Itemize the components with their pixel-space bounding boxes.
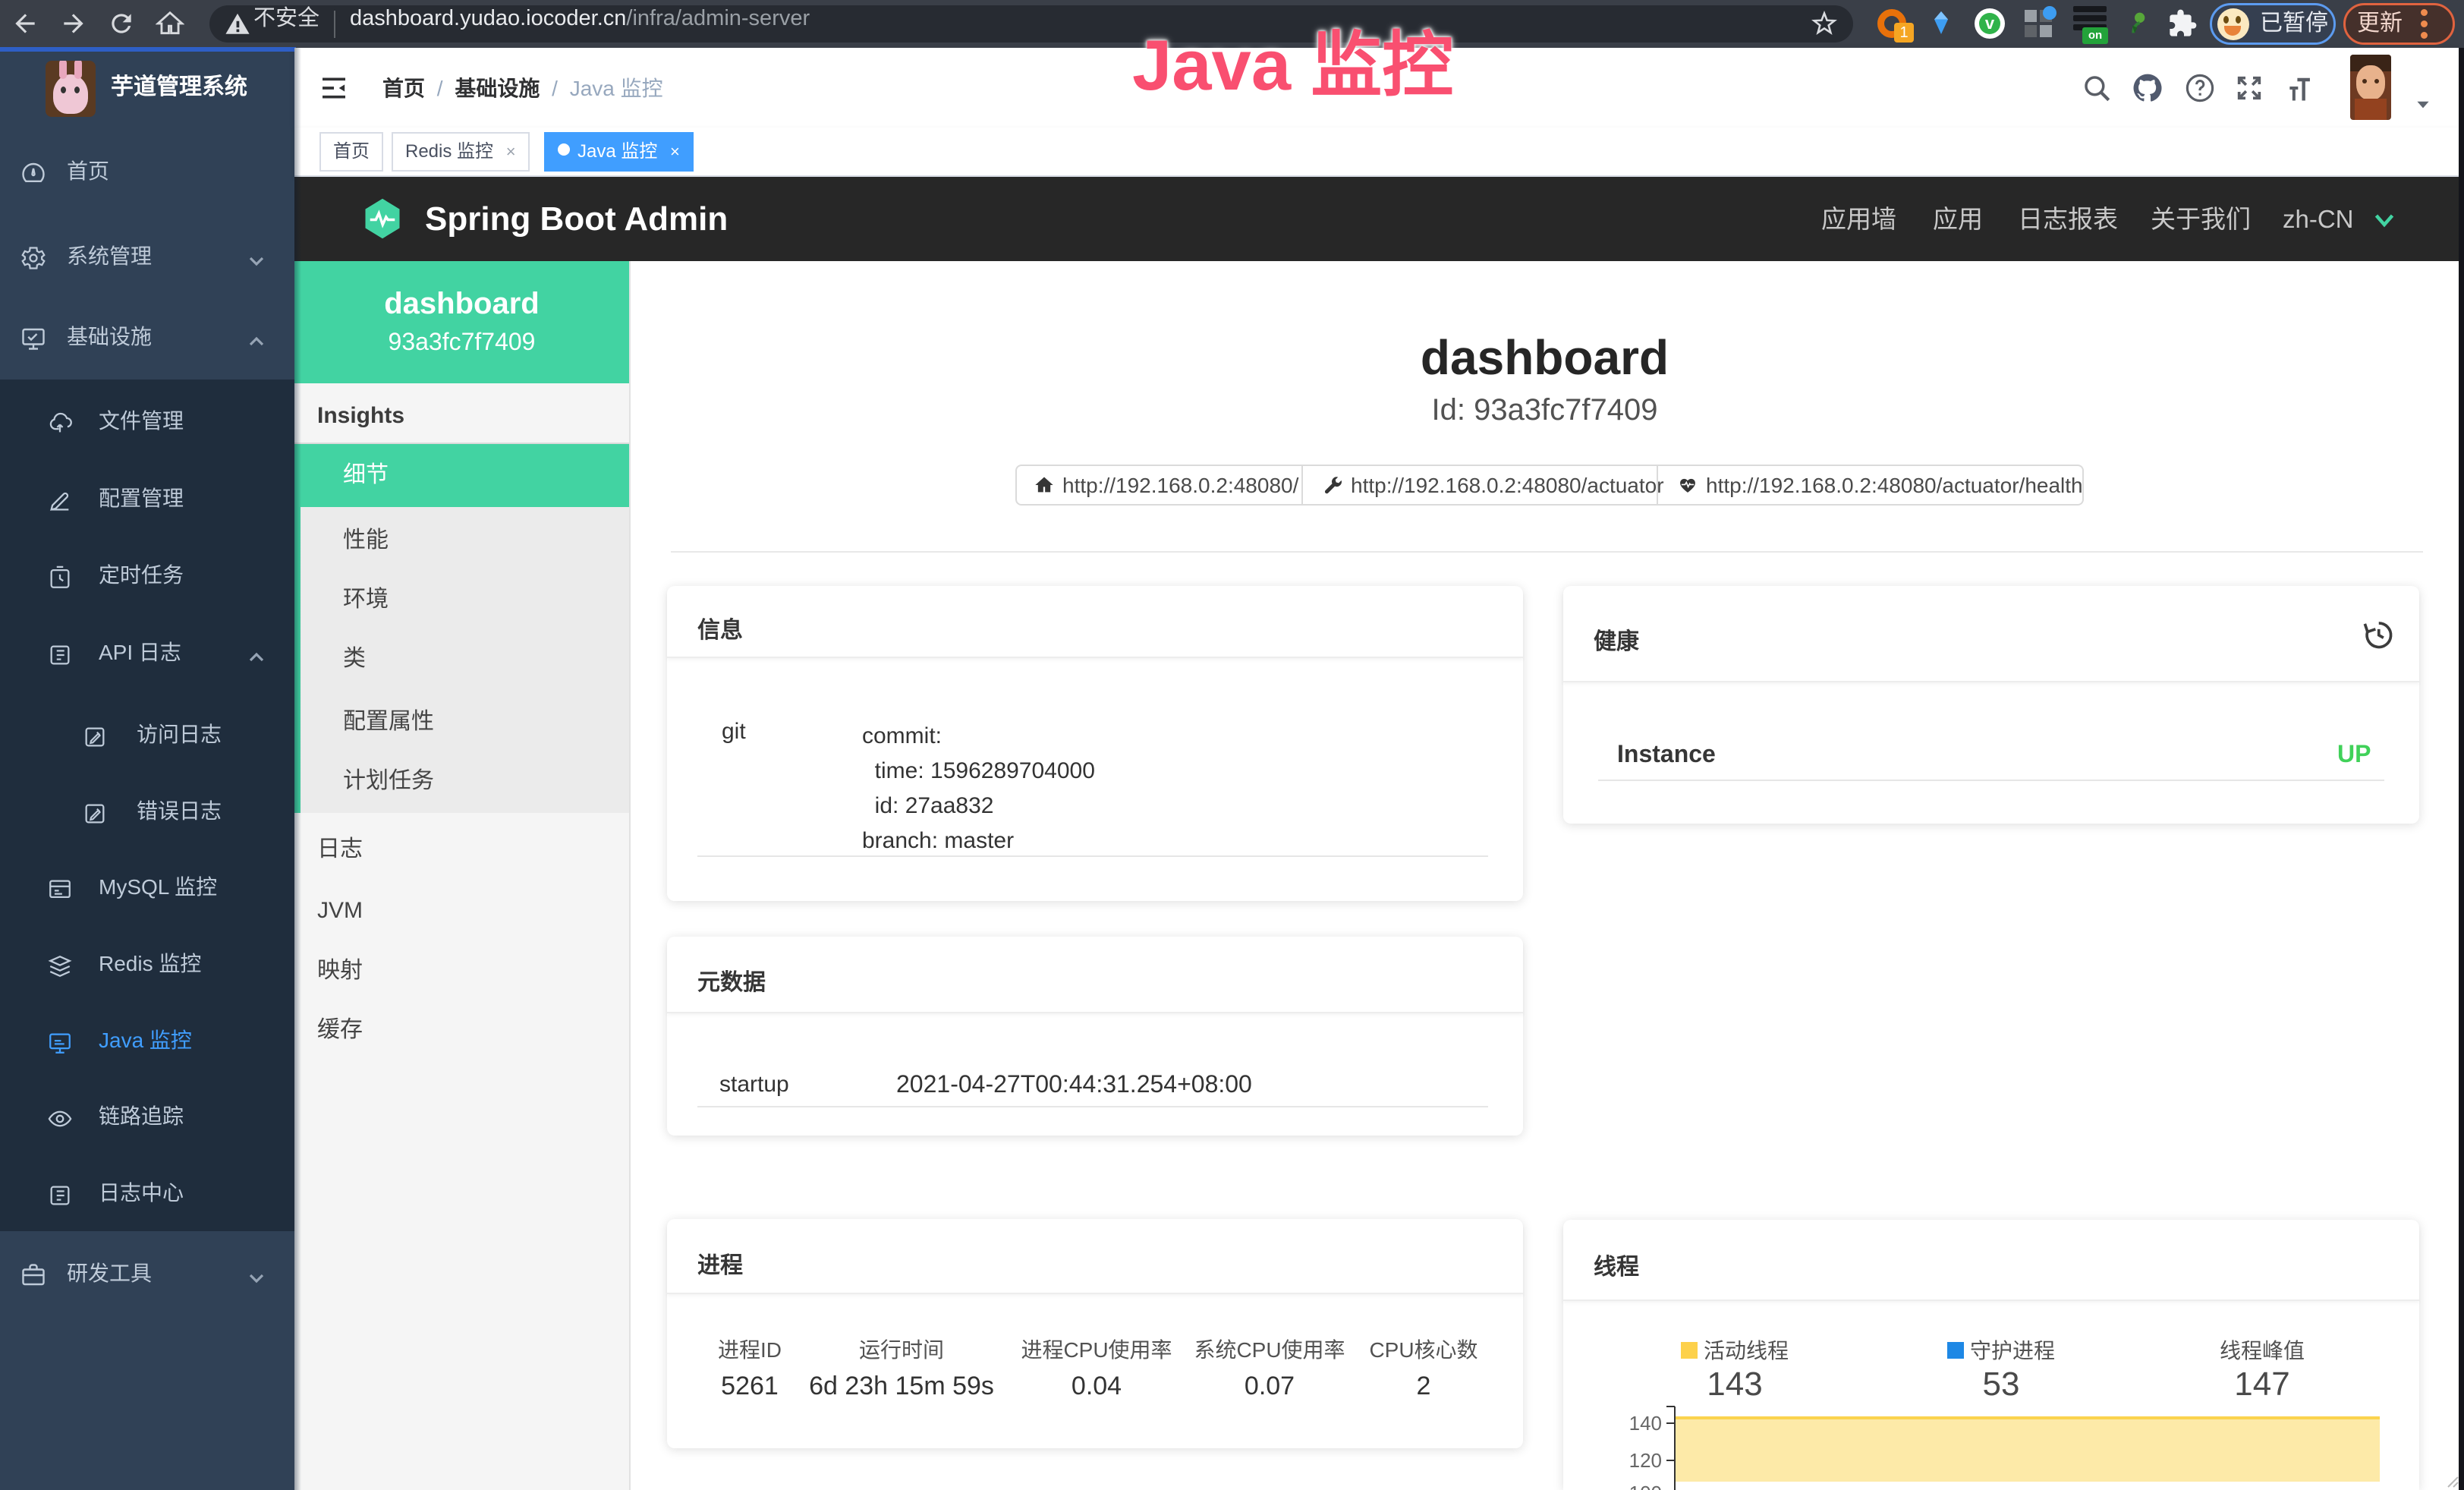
svg-text:140: 140 <box>1629 1412 1662 1435</box>
svg-text:100: 100 <box>1629 1482 1662 1490</box>
svg-text:120: 120 <box>1629 1449 1662 1472</box>
